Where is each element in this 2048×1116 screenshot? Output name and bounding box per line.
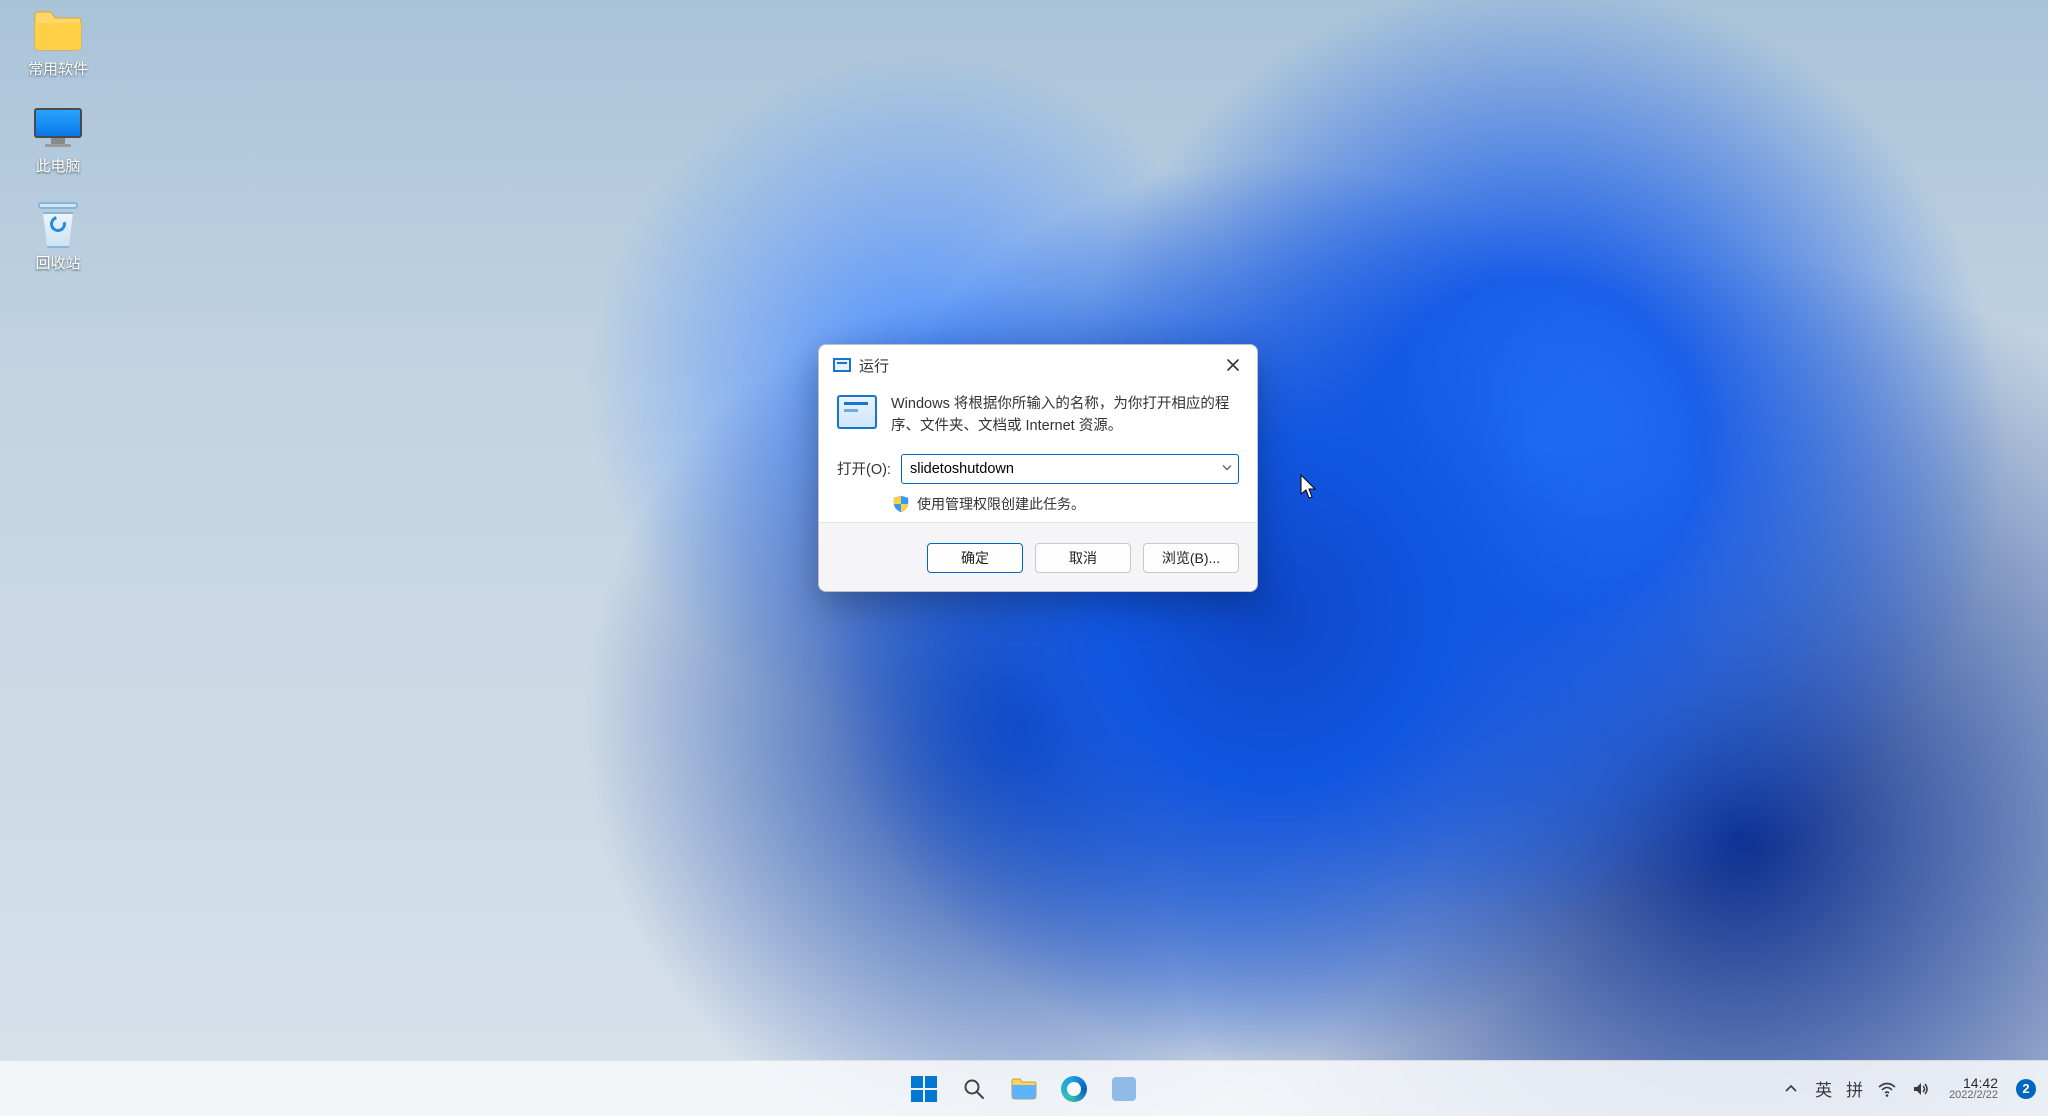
desktop-icon-this-pc[interactable]: 此电脑 — [12, 105, 104, 176]
desktop-icons-area: 常用软件 此电脑 回收站 — [12, 8, 104, 299]
taskbar-clock[interactable]: 14:42 2022/2/22 — [1949, 1076, 1998, 1101]
run-description: Windows 将根据你所输入的名称，为你打开相应的程序、文件夹、文档或 Int… — [891, 393, 1239, 438]
close-icon — [1226, 358, 1240, 372]
ime-language[interactable]: 英 — [1815, 1076, 1832, 1101]
run-dialog-footer: 确定 取消 浏览(B)... — [819, 522, 1257, 591]
volume-button[interactable] — [1911, 1079, 1931, 1099]
chevron-up-icon — [1784, 1082, 1798, 1096]
search-button[interactable] — [953, 1068, 995, 1110]
taskbar: 英 拼 14:42 2022/2/22 — [0, 1060, 2048, 1116]
open-input[interactable] — [901, 454, 1239, 484]
edge-button[interactable] — [1053, 1068, 1095, 1110]
ime-mode[interactable]: 拼 — [1846, 1076, 1863, 1101]
admin-note-text: 使用管理权限创建此任务。 — [917, 494, 1085, 514]
wifi-icon — [1877, 1079, 1897, 1099]
tray-overflow-button[interactable] — [1781, 1079, 1801, 1099]
run-dialog: 运行 Windows 将根据你所输入的名称，为你打开相应的程序、文件夹、文档或 … — [818, 344, 1258, 592]
recycle-bin-icon — [31, 202, 85, 248]
desktop-icon-recycle-bin[interactable]: 回收站 — [12, 202, 104, 273]
taskbar-center — [903, 1068, 1145, 1110]
close-button[interactable] — [1221, 353, 1245, 377]
open-combobox[interactable] — [901, 454, 1239, 484]
shield-icon — [893, 495, 909, 513]
clock-time: 14:42 — [1963, 1076, 1998, 1090]
admin-note-row: 使用管理权限创建此任务。 — [893, 494, 1239, 514]
run-large-icon — [837, 395, 877, 429]
folder-icon — [31, 8, 85, 54]
edge-icon — [1061, 1076, 1087, 1102]
pinned-app-button[interactable] — [1103, 1068, 1145, 1110]
desktop-icon-label: 此电脑 — [35, 155, 80, 176]
folder-icon — [1011, 1078, 1037, 1100]
desktop-icon-common-software[interactable]: 常用软件 — [12, 8, 104, 79]
wifi-button[interactable] — [1877, 1079, 1897, 1099]
desktop-icon-label: 回收站 — [35, 252, 80, 273]
search-icon — [963, 1078, 985, 1100]
run-icon — [833, 358, 851, 372]
app-icon — [1112, 1077, 1136, 1101]
mouse-cursor-icon — [1300, 474, 1318, 500]
desktop[interactable]: 常用软件 此电脑 回收站 运行 — [0, 0, 2048, 1116]
file-explorer-button[interactable] — [1003, 1068, 1045, 1110]
run-dialog-title: 运行 — [859, 355, 889, 376]
monitor-icon — [31, 105, 85, 151]
start-button[interactable] — [903, 1068, 945, 1110]
desktop-icon-label: 常用软件 — [28, 58, 88, 79]
taskbar-tray: 英 拼 14:42 2022/2/22 — [1781, 1061, 2036, 1116]
ok-button[interactable]: 确定 — [927, 543, 1023, 573]
browse-button[interactable]: 浏览(B)... — [1143, 543, 1239, 573]
windows-logo-icon — [911, 1076, 937, 1102]
run-dialog-titlebar[interactable]: 运行 — [819, 345, 1257, 383]
cancel-button[interactable]: 取消 — [1035, 543, 1131, 573]
volume-icon — [1911, 1079, 1931, 1099]
notification-badge[interactable]: 2 — [2016, 1079, 2036, 1099]
clock-date: 2022/2/22 — [1949, 1090, 1998, 1101]
open-label: 打开(O): — [837, 458, 891, 479]
